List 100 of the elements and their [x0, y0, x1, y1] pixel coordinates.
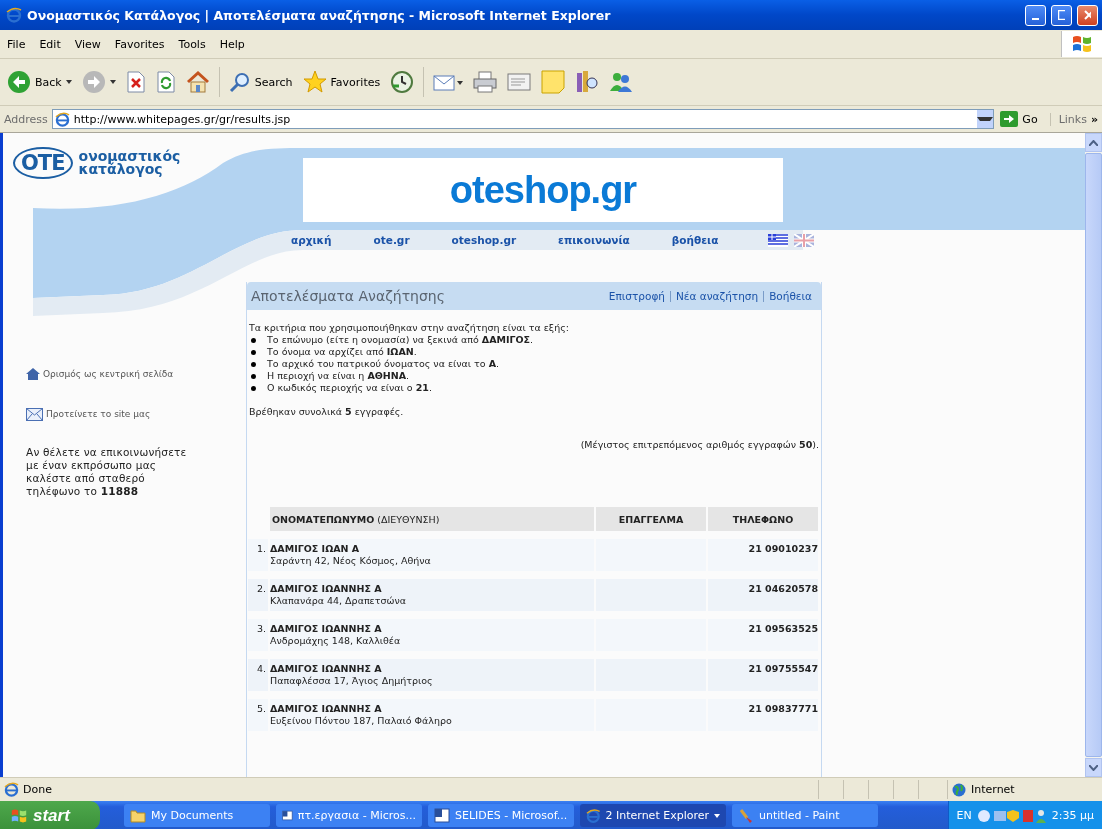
windows-logo-icon — [1061, 31, 1102, 57]
status-text: Done — [23, 783, 52, 796]
nav-link[interactable]: αρχική — [291, 234, 332, 246]
bullet-icon — [251, 373, 256, 379]
address-text: Κλαπανάρα 44, Δραπετσώνα — [270, 595, 407, 607]
bullet-icon — [251, 385, 256, 391]
address-field[interactable]: http://www.whitepages.gr/gr/results.jsp — [51, 109, 995, 129]
folder-icon — [130, 808, 146, 823]
sidebar-link[interactable]: Ορισμός ως κεντρική σελίδα — [43, 369, 174, 379]
bullet-icon — [251, 361, 256, 367]
windows-logo-icon — [10, 807, 28, 824]
panel-title: Αποτελέσματα Αναζήτησης — [251, 288, 446, 304]
back-button[interactable]: Back — [4, 68, 75, 96]
nav-link[interactable]: ote.gr — [373, 234, 410, 246]
dropdown-icon — [977, 110, 994, 128]
more-links-button[interactable]: » — [1090, 112, 1098, 126]
criterion-text: Ο κωδικός περιοχής να είναι ο 21. — [267, 382, 432, 394]
caret-icon — [65, 80, 72, 84]
browser-icon — [586, 807, 601, 824]
phone-number: 21 04620578 — [748, 583, 818, 594]
criterion-text: Το αρχικό του πατρικού όνοματος να είναι το Α. — [267, 358, 500, 370]
person-name: ΔΑΜΙΓΟΣ ΙΩΑΝ Α — [270, 543, 361, 555]
minimize-icon — [1032, 18, 1039, 20]
favorites-button[interactable]: Favorites — [299, 68, 384, 96]
nav-link[interactable]: βοήθεια — [671, 234, 719, 246]
ad-banner[interactable]: oteshop.gr — [303, 158, 783, 222]
document-icon — [282, 808, 293, 823]
panel-link[interactable]: Νέα αναζήτηση — [670, 290, 764, 302]
phone-number: 21 09837771 — [748, 703, 818, 714]
close-button[interactable] — [1077, 4, 1098, 26]
criterion-text: Το επώνυμο (είτε η ονομασία) να ξεκινά από ΔΑΜΙΓΟΣ. — [267, 334, 534, 346]
logo-text: ονομαστικός — [78, 150, 181, 163]
taskbar-button[interactable]: SELIDES - Microsof... — [428, 804, 574, 827]
links-label[interactable]: Links — [1049, 112, 1087, 126]
sidebar-link[interactable]: Προτείνετε το site μας — [46, 409, 151, 419]
logo-mark: OTE — [13, 147, 73, 179]
menu-item[interactable]: File — [0, 37, 33, 51]
envelope-icon — [26, 407, 43, 421]
menu-item[interactable]: Favorites — [107, 37, 172, 51]
house-icon — [26, 368, 40, 380]
address-text: Ανδρομάχης 148, Καλλιθέα — [270, 635, 402, 647]
nav-link[interactable]: επικοινωνία — [558, 234, 630, 246]
taskbar-button[interactable]: My Documents — [124, 804, 270, 827]
panel-link[interactable]: Βοήθεια — [763, 290, 817, 302]
panel-link[interactable]: Επιστροφή — [603, 290, 670, 302]
search-icon — [228, 71, 251, 93]
column-header: ΕΠΑΓΓΕΛΜΑ — [596, 507, 706, 531]
clock: 2:35 μμ — [1051, 809, 1094, 822]
star-icon — [302, 70, 327, 94]
person-name: ΔΑΜΙΓΟΣ ΙΩΑΝΝΗΣ Α — [270, 663, 383, 675]
logo-text: κατάλογος — [78, 163, 163, 176]
person-name: ΔΑΜΙΓΟΣ ΙΩΑΝΝΗΣ Α — [270, 623, 383, 635]
scrollbar[interactable] — [1085, 133, 1102, 777]
column-header: ΟΝΟΜΑΤΕΠΩΝΥΜΟ (ΔΙΕΥΘΥΝΣΗ) — [270, 507, 594, 531]
person-name: ΔΑΜΙΓΟΣ ΙΩΑΝΝΗΣ Α — [270, 703, 383, 715]
address-label: Address — [4, 112, 48, 126]
taskbar-button[interactable]: untitled - Paint — [732, 804, 878, 827]
document-icon — [434, 808, 450, 823]
bullet-icon — [251, 349, 256, 355]
maximize-button[interactable] — [1051, 4, 1072, 26]
row-number: 3. — [256, 623, 266, 634]
books-icon — [575, 70, 600, 94]
column-header: ΤΗΛΕΦΩΝΟ — [708, 507, 818, 531]
uk-flag-icon[interactable] — [794, 233, 815, 247]
menu-item[interactable]: View — [67, 37, 108, 51]
criterion-text: Το όνομα να αρχίζει από ΙΩΑΝ. — [267, 346, 417, 358]
menu-item[interactable]: Tools — [171, 37, 213, 51]
max-results-note: (Μέγιστος επιτρεπόμενος αριθμός εγγραφών 50). — [580, 439, 819, 450]
search-button[interactable]: Search — [225, 69, 296, 95]
page-icon — [4, 782, 19, 797]
menu-item[interactable]: Edit — [32, 37, 68, 51]
nav-link[interactable]: oteshop.gr — [451, 234, 517, 246]
phone-number: 21 09563525 — [748, 623, 818, 634]
house-icon — [185, 71, 210, 93]
minimize-button[interactable] — [1025, 4, 1046, 26]
taskbar-button[interactable]: 2 Internet Explorer — [580, 804, 726, 827]
menu-item[interactable]: Help — [212, 37, 252, 51]
scroll-down-icon — [1089, 764, 1098, 771]
window-title: Ονομαστικός Κατάλογος | Αποτελέσματα αναζήτησης - Microsoft Internet Explorer — [27, 7, 612, 23]
arrow-right-icon — [1000, 111, 1019, 127]
contact-text: Αν θέλετε να επικοινωνήσετε με έναν εκπρόσωπο μας καλέστε από σταθερό τηλέφωνο το 11888 — [26, 446, 188, 498]
tray-icons-drawing — [976, 807, 1047, 824]
taskbar-button[interactable]: πτ.εργασια - Micros... — [276, 804, 422, 827]
phone-number: 21 09010237 — [748, 543, 818, 554]
results-count: Βρέθηκαν συνολικά 5 εγγραφές. — [249, 406, 405, 418]
row-number: 5. — [256, 703, 266, 714]
scroll-up-icon — [1089, 139, 1098, 146]
start-button[interactable]: start — [0, 801, 100, 829]
go-button[interactable]: Go — [998, 111, 1046, 127]
caret-icon — [714, 813, 720, 818]
language-indicator[interactable]: EN — [956, 809, 972, 822]
people-icon — [609, 71, 634, 93]
row-number: 4. — [256, 663, 266, 674]
printer-icon — [473, 71, 498, 93]
document-edit-icon — [507, 71, 532, 93]
address-text: Παπαφλέσσα 17, Άγιος Δημήτριος — [270, 675, 434, 687]
criteria-intro: Τα κριτήρια που χρησιμοποιήθηκαν στην αναζήτηση είναι τα εξής: — [249, 322, 570, 334]
phone-number: 21 09755547 — [748, 663, 818, 674]
globe-icon — [952, 782, 966, 797]
close-icon — [1084, 10, 1091, 20]
